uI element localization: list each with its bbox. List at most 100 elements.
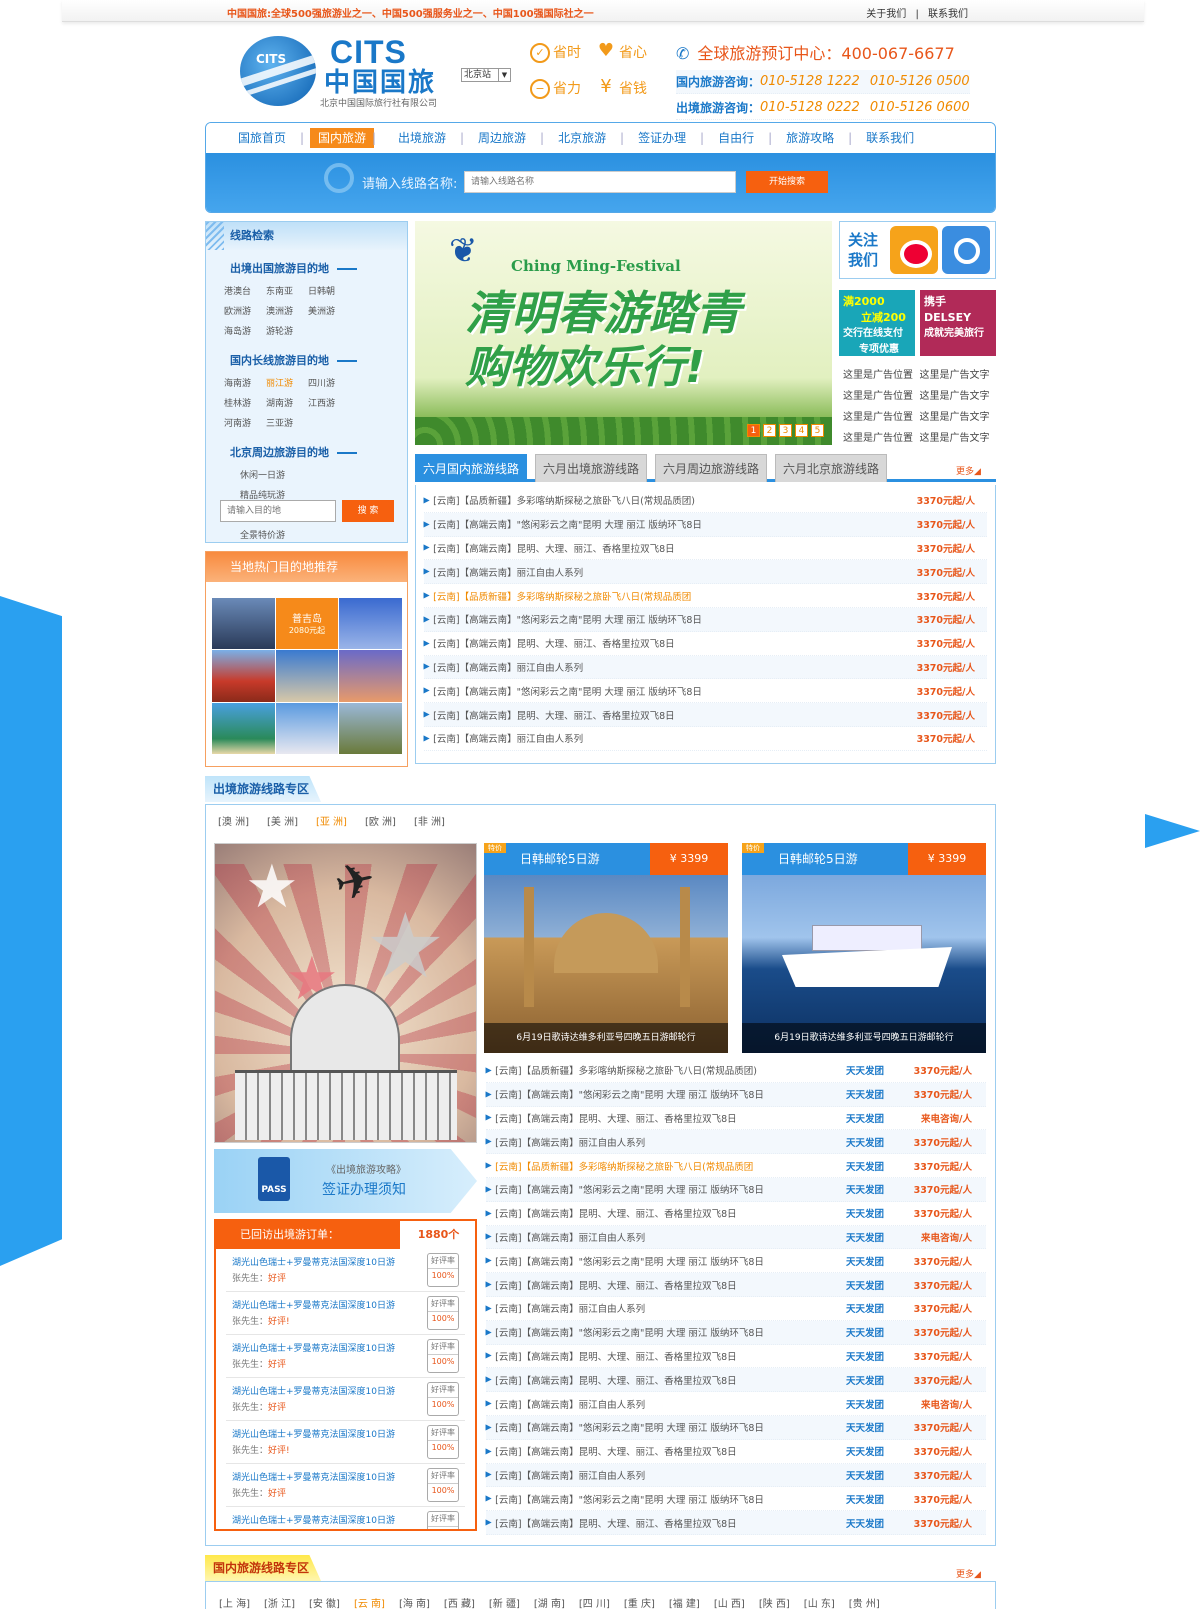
order-item[interactable]: 湖光山色瑞士+罗曼蒂克法国深度10日游 张先生：好评 好评率 100%: [226, 1378, 465, 1421]
ad-link[interactable]: 这里是广告位置: [843, 387, 920, 402]
region-tab[interactable]: [上 海]: [219, 1595, 250, 1610]
banner-page-dot[interactable]: 2: [763, 424, 776, 437]
list-item[interactable]: ▲ [云南]【高端云南】昆明、大理、丽江、香格里拉双飞8日 天天发团 3370元起/人: [485, 1368, 986, 1393]
ad-link[interactable]: 这里是广告位置: [843, 429, 920, 444]
route-name[interactable]: [云南]【高端云南】"悠闲彩云之南"昆明 大理 丽江 版纳环飞8日: [495, 1492, 764, 1506]
ad-link[interactable]: 这里是广告文字: [920, 366, 997, 381]
list-item[interactable]: ▲ [云南]【高端云南】"悠闲彩云之南"昆明 大理 丽江 版纳环飞8日 天天发团 33…: [485, 1177, 986, 1202]
banner-page-dot[interactable]: 3: [779, 424, 792, 437]
route-name[interactable]: [云南]【高端云南】丽江自由人系列: [495, 1468, 645, 1482]
route-name[interactable]: [云南]【高端云南】昆明、大理、丽江、香格里拉双飞8日: [495, 1111, 736, 1125]
order-item[interactable]: 湖光山色瑞士+罗曼蒂克法国深度10日游 张先生：好评 好评率 100%: [226, 1249, 465, 1292]
ad-link[interactable]: 这里是广告文字: [920, 429, 997, 444]
region-tab[interactable]: [湖 南]: [534, 1595, 565, 1610]
order-item[interactable]: 湖光山色瑞士+罗曼蒂克法国深度10日游 张先生：好评 好评率 100%: [226, 1335, 465, 1378]
list-item[interactable]: ▲ [云南]【高端云南】昆明、大理、丽江、香格里拉双飞8日 天天发团 3370元起/人: [485, 1511, 986, 1535]
list-item[interactable]: ▲ [云南]【高端云南】昆明、大理、丽江、香格里拉双飞8日 3370元起/人: [423, 632, 987, 656]
list-item[interactable]: ▲ [云南]【高端云南】"悠闲彩云之南"昆明 大理 丽江 版纳环飞8日 3370元起…: [423, 607, 987, 632]
route-name[interactable]: [云南]【品质新疆】多彩喀纳斯探秘之旅卧飞八日(常规品质团: [495, 1159, 753, 1173]
order-item[interactable]: 湖光山色瑞士+罗曼蒂克法国深度10日游 张先生：好评! 好评率 100%: [226, 1421, 465, 1464]
list-item[interactable]: ▲ [云南]【高端云南】昆明、大理、丽江、香格里拉双飞8日 天天发团 来电咨询/人: [485, 1107, 986, 1131]
route-name[interactable]: [云南]【高端云南】"悠闲彩云之南"昆明 大理 丽江 版纳环飞8日: [495, 1420, 764, 1434]
destination-link[interactable]: 全景特价游: [240, 526, 314, 546]
hot-tile[interactable]: [212, 702, 275, 754]
nav-item[interactable]: 旅游攻略: [770, 123, 852, 153]
route-name[interactable]: [云南]【高端云南】"悠闲彩云之南"昆明 大理 丽江 版纳环飞8日: [433, 684, 702, 698]
order-name[interactable]: 湖光山色瑞士+罗曼蒂克法国深度10日游: [232, 1298, 395, 1311]
june-more-link[interactable]: 更多◢: [956, 464, 981, 477]
destination-link[interactable]: 欧洲游: [224, 302, 266, 322]
hot-tile[interactable]: [339, 702, 402, 754]
region-tab[interactable]: [山 西]: [714, 1595, 745, 1610]
list-item[interactable]: ▲ [云南]【高端云南】"悠闲彩云之南"昆明 大理 丽江 版纳环飞8日 3370元起…: [423, 512, 987, 537]
promo-banner[interactable]: ❦ Ching Ming-Festival 清明春游踏青 购物欢乐行! 1234…: [415, 221, 832, 445]
search-input[interactable]: [464, 171, 736, 193]
route-name[interactable]: [云南]【高端云南】丽江自由人系列: [495, 1230, 645, 1244]
destination-link[interactable]: 东南亚: [266, 282, 308, 302]
nav-item[interactable]: 周边旅游: [462, 123, 544, 153]
list-item[interactable]: ▲ [云南]【高端云南】昆明、大理、丽江、香格里拉双飞8日 天天发团 3370元起/人: [485, 1273, 986, 1297]
route-name[interactable]: [云南]【品质新疆】多彩喀纳斯探秘之旅卧飞八日(常规品质团): [495, 1063, 757, 1077]
destination-link[interactable]: 日韩朝: [308, 282, 350, 302]
destination-link[interactable]: 港澳台: [224, 282, 266, 302]
order-item[interactable]: 湖光山色瑞士+罗曼蒂克法国深度10日游 张先生：好评! 好评率 100%: [226, 1292, 465, 1335]
region-tab[interactable]: [亚 洲]: [316, 813, 347, 828]
list-item[interactable]: ▲ [云南]【高端云南】丽江自由人系列 天天发团 3370元起/人: [485, 1297, 986, 1321]
destination-link[interactable]: 澳洲游: [266, 302, 308, 322]
region-tab[interactable]: [海 南]: [399, 1595, 430, 1610]
route-name[interactable]: [云南]【高端云南】昆明、大理、丽江、香格里拉双飞8日: [495, 1278, 736, 1292]
destination-search-button[interactable]: 搜 索: [342, 500, 394, 522]
ad-link[interactable]: 这里是广告位置: [843, 408, 920, 423]
destination-link[interactable]: 游轮游: [266, 322, 308, 342]
delsey-ad[interactable]: 携手DELSEY 成就完美旅行: [920, 290, 996, 356]
destination-link[interactable]: 湖南游: [266, 394, 308, 414]
list-item[interactable]: ▲ [云南]【高端云南】丽江自由人系列 天天发团 3370元起/人: [485, 1463, 986, 1488]
route-name[interactable]: [云南]【高端云南】"悠闲彩云之南"昆明 大理 丽江 版纳环飞8日: [495, 1254, 764, 1268]
route-name[interactable]: [云南]【高端云南】昆明、大理、丽江、香格里拉双飞8日: [433, 541, 674, 555]
destination-link[interactable]: 海岛游: [224, 322, 266, 342]
list-item[interactable]: ▲ [云南]【高端云南】丽江自由人系列 天天发团 来电咨询/人: [485, 1392, 986, 1416]
list-item[interactable]: ▲ [云南]【高端云南】丽江自由人系列 3370元起/人: [423, 560, 987, 585]
route-name[interactable]: [云南]【高端云南】"悠闲彩云之南"昆明 大理 丽江 版纳环飞8日: [495, 1325, 764, 1339]
list-item[interactable]: ▲ [云南]【品质新疆】多彩喀纳斯探秘之旅卧飞八日(常规品质团 天天发团 3370元起…: [485, 1154, 986, 1178]
list-item[interactable]: ▲ [云南]【品质新疆】多彩喀纳斯探秘之旅卧飞八日(常规品质团) 3370元起/人: [423, 489, 987, 513]
nav-item[interactable]: 国旅首页: [222, 123, 304, 153]
destination-link[interactable]: 三亚游: [266, 414, 308, 434]
destination-link[interactable]: 丽江游: [266, 374, 308, 394]
region-tab[interactable]: [陕 西]: [759, 1595, 790, 1610]
hot-tile[interactable]: [339, 598, 402, 650]
nav-item[interactable]: 联系我们: [850, 123, 930, 153]
nav-item[interactable]: 签证办理: [622, 123, 704, 153]
route-name[interactable]: [云南]【高端云南】"悠闲彩云之南"昆明 大理 丽江 版纳环飞8日: [495, 1182, 764, 1196]
region-tab[interactable]: [云 南]: [354, 1595, 385, 1610]
nav-item[interactable]: 国内旅游: [310, 128, 376, 148]
destination-link[interactable]: 四川游: [308, 374, 350, 394]
banner-page-dot[interactable]: 5: [811, 424, 824, 437]
tencent-weibo-icon[interactable]: [942, 226, 990, 274]
destination-link[interactable]: 江西游: [308, 394, 350, 414]
ad-link[interactable]: 这里是广告文字: [920, 387, 997, 402]
route-name[interactable]: [云南]【高端云南】"悠闲彩云之南"昆明 大理 丽江 版纳环飞8日: [433, 517, 702, 531]
route-name[interactable]: [云南]【高端云南】丽江自由人系列: [495, 1135, 645, 1149]
list-item[interactable]: ▲ [云南]【高端云南】昆明、大理、丽江、香格里拉双飞8日 3370元起/人: [423, 703, 987, 727]
order-item[interactable]: 湖光山色瑞士+罗曼蒂克法国深度10日游 张先生：好评 好评率 100%: [226, 1464, 465, 1507]
order-name[interactable]: 湖光山色瑞士+罗曼蒂克法国深度10日游: [232, 1384, 395, 1397]
route-name[interactable]: [云南]【高端云南】丽江自由人系列: [433, 731, 583, 745]
region-tab[interactable]: [福 建]: [669, 1595, 700, 1610]
destination-input[interactable]: [220, 500, 336, 522]
list-item[interactable]: ▲ [云南]【高端云南】"悠闲彩云之南"昆明 大理 丽江 版纳环飞8日 天天发团 33…: [485, 1487, 986, 1512]
list-item[interactable]: ▲ [云南]【高端云南】"悠闲彩云之南"昆明 大理 丽江 版纳环飞8日 天天发团 33…: [485, 1082, 986, 1107]
region-tab[interactable]: [贵 州]: [849, 1595, 880, 1610]
region-tab[interactable]: [美 洲]: [267, 813, 298, 828]
tour-card[interactable]: 日韩邮轮5日游 ¥ 3399 特价 6月19日歌诗达维多利亚号四晚五日游邮轮行: [484, 843, 728, 1053]
hot-tile-featured[interactable]: 普吉岛 2080元起: [275, 598, 339, 650]
route-name[interactable]: [云南]【高端云南】昆明、大理、丽江、香格里拉双飞8日: [495, 1516, 736, 1530]
order-name[interactable]: 湖光山色瑞士+罗曼蒂克法国深度10日游: [232, 1255, 395, 1268]
list-item[interactable]: ▲ [云南]【高端云南】丽江自由人系列 天天发团 3370元起/人: [485, 1130, 986, 1155]
nav-item[interactable]: 出境旅游: [382, 123, 464, 153]
destination-link[interactable]: 海南游: [224, 374, 266, 394]
nav-item[interactable]: 自由行: [702, 123, 772, 153]
list-item[interactable]: ▲ [云南]【品质新疆】多彩喀纳斯探秘之旅卧飞八日(常规品质团) 天天发团 3370元…: [485, 1059, 986, 1083]
region-tab[interactable]: [安 徽]: [309, 1595, 340, 1610]
region-tab[interactable]: [新 疆]: [489, 1595, 520, 1610]
